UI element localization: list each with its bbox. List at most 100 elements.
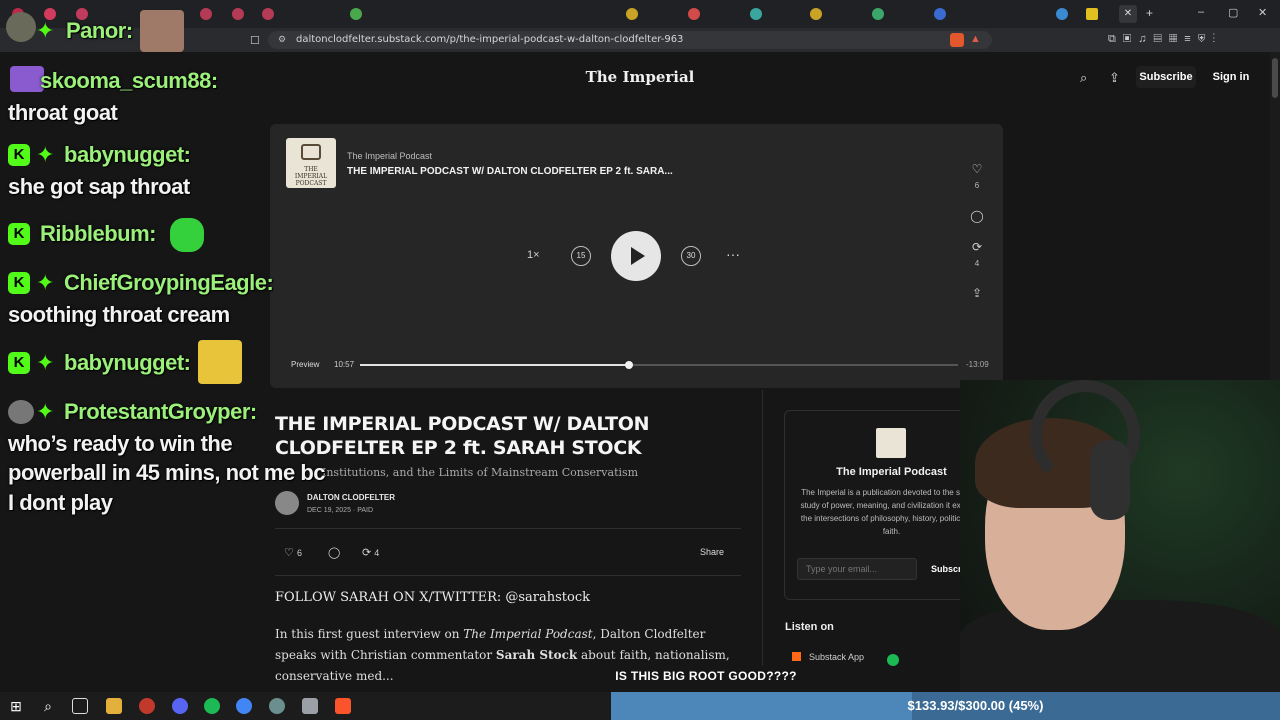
more-options-icon[interactable]: ···	[726, 246, 740, 262]
email-field[interactable]	[797, 558, 917, 580]
scrollbar-thumb[interactable]	[1272, 58, 1278, 98]
remaining-time: -13:09	[966, 360, 989, 369]
tab-icon[interactable]	[350, 8, 362, 20]
spotify-icon[interactable]	[887, 654, 899, 666]
star-badge-icon: ✦	[36, 142, 55, 167]
headset-earcup	[1090, 440, 1130, 520]
cover-text: THE IMPERIAL PODCAST	[294, 166, 328, 187]
share-icon[interactable]: ⇪	[1109, 70, 1120, 86]
tab-icon[interactable]	[1056, 8, 1068, 20]
chat-message: powerball in 45 mins, not me bc	[8, 460, 326, 485]
article-title: THE IMPERIAL PODCAST W/ DALTON CLODFELTE…	[275, 413, 650, 459]
spotify-icon[interactable]	[204, 698, 220, 714]
comment-button[interactable]: ◯	[328, 546, 340, 559]
minimize-icon[interactable]: –	[1198, 6, 1204, 18]
brave-shields-icon[interactable]	[950, 33, 964, 47]
chat-emote	[10, 66, 44, 92]
chat-avatar	[8, 400, 34, 424]
divider	[275, 575, 741, 576]
chat-message: I dont play	[8, 490, 113, 515]
tab-icon[interactable]	[750, 8, 762, 20]
star-badge-icon: ✦	[36, 350, 55, 375]
tab-icon[interactable]	[232, 8, 244, 20]
playback-speed[interactable]: 1×	[527, 249, 540, 261]
discord-icon[interactable]	[172, 698, 188, 714]
tab-icon[interactable]	[262, 8, 274, 20]
search-icon[interactable]: ⌕	[40, 698, 56, 714]
chat-avatar	[6, 12, 36, 42]
star-badge-icon: ✦	[36, 18, 55, 43]
share-icon[interactable]: ⇪	[966, 286, 988, 300]
tab-icon[interactable]	[934, 8, 946, 20]
tab-icon[interactable]	[1086, 8, 1098, 20]
site-info-icon[interactable]: ⚙	[278, 34, 286, 45]
close-tab-icon[interactable]: ✕	[1119, 5, 1137, 23]
obs-icon[interactable]	[139, 698, 155, 714]
chat-username: babynugget:	[64, 350, 191, 375]
tab-icon[interactable]	[200, 8, 212, 20]
restack-button[interactable]: ⟳ 4	[362, 546, 379, 559]
kick-badge-icon: K	[8, 352, 30, 374]
heart-icon: ♡	[284, 547, 294, 559]
substack-app-link[interactable]: Substack App	[792, 652, 864, 668]
follow-line: FOLLOW SARAH ON X/TWITTER: @sarahstock	[275, 590, 591, 605]
column-divider	[762, 390, 763, 690]
sign-in-button[interactable]: Sign in	[1206, 66, 1256, 88]
podcast-logo	[876, 428, 906, 458]
task-view-icon[interactable]	[72, 698, 88, 714]
share-button[interactable]: Share	[700, 547, 724, 557]
chat-username: skooma_scum88:	[40, 68, 218, 93]
url-text[interactable]: daltonclodfelter.substack.com/p/the-impe…	[296, 34, 683, 45]
progress-handle[interactable]	[625, 361, 633, 369]
kick-badge-icon: K	[8, 272, 30, 294]
comment-icon[interactable]: ◯	[966, 209, 988, 223]
chat-message: who’s ready to win the	[8, 431, 233, 456]
comment-icon: ◯	[328, 547, 341, 559]
substack-icon	[792, 652, 801, 661]
site-title[interactable]: The Imperial	[520, 68, 760, 86]
podcast-name[interactable]: The Imperial Podcast	[347, 151, 432, 161]
kick-badge-icon: K	[8, 223, 30, 245]
subscribe-button[interactable]: Subscribe	[1136, 66, 1196, 88]
extensions-icon[interactable]: ⧉▣♫▤▦≡⛨⋮	[1108, 33, 1222, 46]
tab-icon[interactable]	[688, 8, 700, 20]
chat-username: babynugget:	[64, 142, 191, 167]
chat-username: ChiefGroypingEagle:	[64, 270, 274, 295]
windows-start-icon[interactable]: ⊞	[8, 698, 24, 714]
like-button[interactable]: ♡ 6	[284, 546, 302, 559]
kick-badge-icon: K	[8, 144, 30, 166]
restack-count: 4	[374, 548, 380, 558]
close-window-icon[interactable]: ✕	[1258, 6, 1267, 19]
new-tab-icon[interactable]: +	[1146, 6, 1153, 20]
chat-username: Panor:	[66, 18, 133, 43]
avatar[interactable]	[275, 491, 299, 515]
episode-title[interactable]: THE IMPERIAL PODCAST W/ DALTON CLODFELTE…	[347, 166, 673, 177]
app-icon[interactable]	[302, 698, 318, 714]
tab-icon[interactable]	[810, 8, 822, 20]
app-icon[interactable]	[269, 698, 285, 714]
star-badge-icon: ✦	[36, 399, 55, 424]
heart-icon[interactable]: ♡	[966, 162, 988, 176]
webcam-shirt	[960, 600, 1280, 692]
restack-count: 4	[974, 259, 980, 268]
brave-rewards-icon[interactable]: ▲	[970, 33, 981, 45]
file-explorer-icon[interactable]	[106, 698, 122, 714]
search-icon[interactable]: ⌕	[1080, 70, 1087, 86]
play-button[interactable]	[611, 231, 661, 281]
tab-icon[interactable]	[626, 8, 638, 20]
progress-fill	[360, 364, 629, 366]
stream-caption: IS THIS BIG ROOT GOOD????	[611, 666, 801, 692]
chat-message: she got sap throat	[8, 174, 190, 199]
skip-back-icon[interactable]: 15	[571, 246, 591, 266]
author-name[interactable]: DALTON CLODFELTER	[307, 493, 395, 502]
restack-icon[interactable]: ⟳	[966, 240, 988, 254]
body-italic: The Imperial Podcast	[463, 627, 593, 641]
maximize-icon[interactable]: ▢	[1228, 6, 1238, 19]
preview-label: Preview	[291, 360, 320, 369]
tab-icon[interactable]	[872, 8, 884, 20]
chrome-icon[interactable]	[236, 698, 252, 714]
skip-forward-icon[interactable]: 30	[681, 246, 701, 266]
chat-emote	[198, 340, 242, 384]
bookmark-icon[interactable]: ☐	[250, 34, 260, 47]
brave-icon[interactable]	[335, 698, 351, 714]
